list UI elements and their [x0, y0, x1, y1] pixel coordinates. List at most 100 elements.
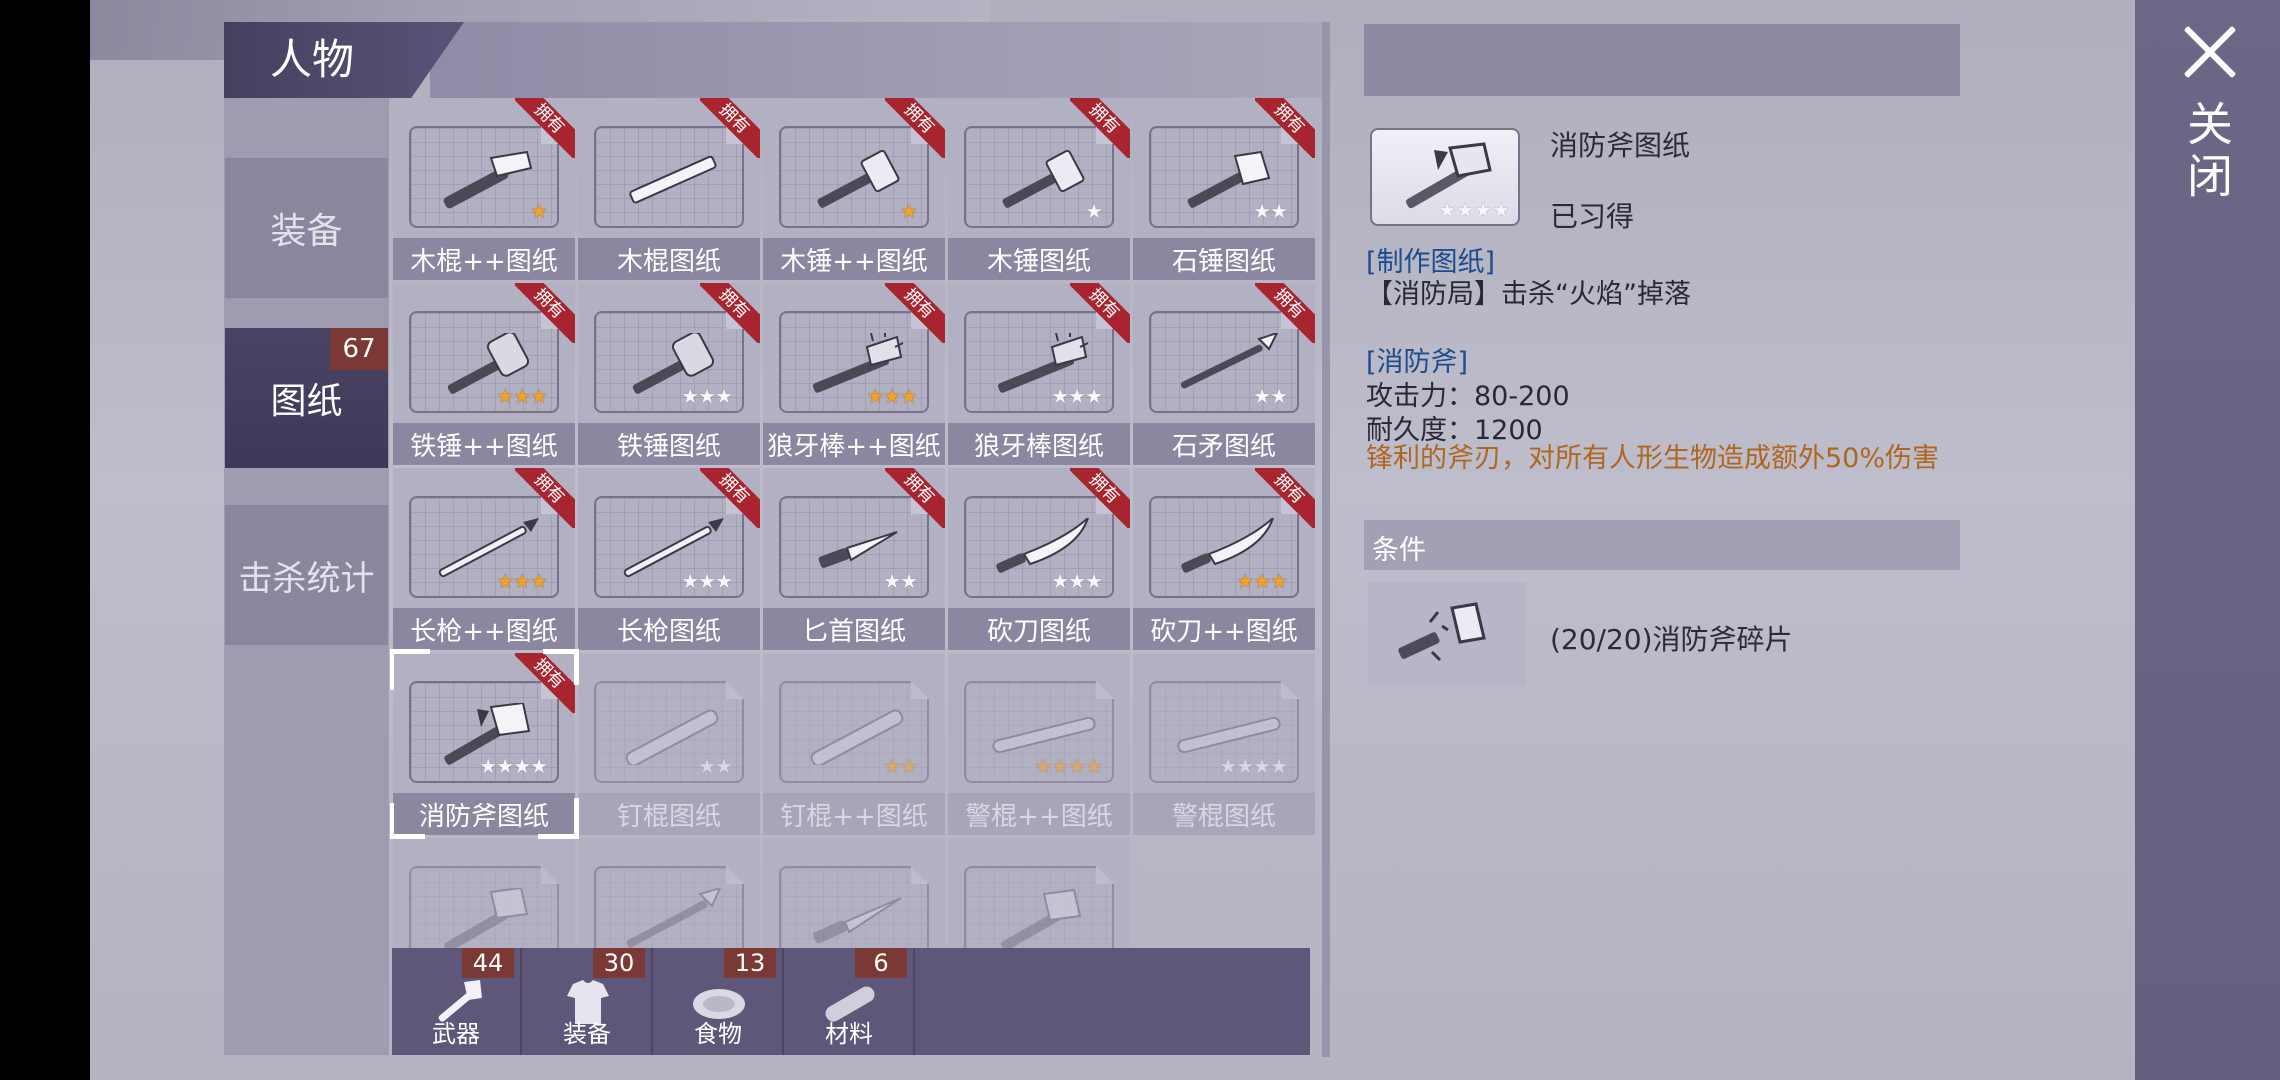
blueprint-name: 警棍图纸 — [1133, 793, 1315, 835]
owned-tag: 拥有 — [1255, 98, 1315, 158]
page-title: 人物 — [270, 35, 355, 84]
blueprint-name: 砍刀++图纸 — [1133, 608, 1315, 650]
owned-tag: 拥有 — [1070, 468, 1130, 528]
blueprint-name: 砍刀图纸 — [948, 608, 1130, 650]
owned-ribbon: 拥有 — [885, 98, 945, 158]
blueprint-cell[interactable]: ★★★ 砍刀图纸 拥有 — [948, 468, 1130, 650]
category-label: 武器 — [432, 1020, 480, 1048]
detail-header — [1364, 24, 1960, 96]
blueprint-cell[interactable]: ★ 木锤++图纸 拥有 — [763, 98, 945, 280]
detail-title: 消防斧图纸 — [1550, 129, 1691, 162]
blueprint-cell[interactable]: ★★ 钉棍++图纸 — [763, 653, 945, 835]
blueprint-cell[interactable]: 木棍图纸 拥有 — [578, 98, 760, 280]
blueprint-cell[interactable]: ★★★ 砍刀++图纸 拥有 — [1133, 468, 1315, 650]
selection-corner — [543, 649, 579, 685]
blueprint-cell[interactable] — [393, 838, 575, 948]
blueprint-name: 狼牙棒图纸 — [948, 423, 1130, 465]
owned-tag: 拥有 — [515, 98, 575, 158]
category-tab[interactable]: 30 装备 — [523, 948, 653, 1055]
owned-tag: 拥有 — [1070, 98, 1130, 158]
blueprint-paper — [594, 866, 744, 948]
blueprint-cell[interactable] — [578, 838, 760, 948]
rarity-stars: ★★ — [1253, 199, 1288, 223]
spiked-spear-icon — [626, 888, 722, 948]
tab-equipment[interactable]: 装备 — [225, 158, 388, 298]
selection-corner — [390, 803, 425, 839]
owned-ribbon: 拥有 — [515, 98, 575, 158]
blueprint-cell[interactable]: ★★★ 长枪图纸 拥有 — [578, 468, 760, 650]
blueprint-paper — [409, 866, 559, 948]
blueprint-name: 木锤图纸 — [948, 238, 1130, 280]
blueprint-cell[interactable]: ★★★★ 警棍图纸 — [1133, 653, 1315, 835]
category-tab[interactable]: 44 武器 — [392, 948, 522, 1055]
owned-tag: 拥有 — [1255, 283, 1315, 343]
detail-item-icon: ★★★★ — [1370, 128, 1520, 226]
owned-tag: 拥有 — [885, 468, 945, 528]
rarity-stars: ★★★ — [496, 384, 548, 408]
blueprint-cell[interactable]: ★★★ 长枪++图纸 拥有 — [393, 468, 575, 650]
header-bar — [430, 22, 1325, 98]
blueprint-name: 长枪++图纸 — [393, 608, 575, 650]
owned-tag: 拥有 — [515, 468, 575, 528]
blueprint-cell[interactable]: ★★ 石锤图纸 拥有 — [1133, 98, 1315, 280]
blueprint-name: 钉棍图纸 — [578, 793, 760, 835]
blueprint-cell[interactable]: ★★★ 铁锤++图纸 拥有 — [393, 283, 575, 465]
rarity-stars: ★★★ — [1051, 569, 1103, 593]
category-tab[interactable]: 13 食物 — [654, 948, 784, 1055]
blueprint-cell[interactable]: ★ 木锤图纸 拥有 — [948, 98, 1130, 280]
blueprint-name: 木棍图纸 — [578, 238, 760, 280]
owned-tag: 拥有 — [885, 98, 945, 158]
owned-ribbon: 拥有 — [515, 468, 575, 528]
rarity-stars: ★★★★ — [479, 754, 548, 778]
close-icon[interactable] — [2174, 18, 2244, 88]
owned-ribbon: 拥有 — [700, 468, 760, 528]
blueprint-cell[interactable]: ★★★ 狼牙棒图纸 拥有 — [948, 283, 1130, 465]
category-count: 44 — [462, 948, 514, 978]
blueprint-cell[interactable]: ★★ 钉棍图纸 — [578, 653, 760, 835]
blueprint-cell[interactable]: ★★★ 铁锤图纸 拥有 — [578, 283, 760, 465]
blueprint-paper: ★★★★ — [964, 681, 1114, 783]
blueprint-cell[interactable]: ★★★★ 消防斧图纸 拥有 — [390, 649, 579, 839]
conditions-bar — [1364, 520, 1960, 570]
blueprint-cell[interactable]: ★★ 匕首图纸 拥有 — [763, 468, 945, 650]
owned-ribbon: 拥有 — [700, 283, 760, 343]
blueprint-cell[interactable] — [948, 838, 1130, 948]
owned-ribbon: 拥有 — [885, 468, 945, 528]
owned-tag: 拥有 — [885, 283, 945, 343]
blueprint-paper: ★★ — [594, 681, 744, 783]
learned-status: 已习得 — [1550, 200, 1635, 233]
blueprint-cell[interactable]: ★★ 石矛图纸 拥有 — [1133, 283, 1315, 465]
rarity-stars: ★★★ — [866, 384, 918, 408]
close-label[interactable]: 关闭 — [2180, 100, 2234, 204]
blueprint-name: 木棍++图纸 — [393, 238, 575, 280]
blueprint-name: 铁锤++图纸 — [393, 423, 575, 465]
blueprint-cell[interactable]: ★ 木棍++图纸 拥有 — [393, 98, 575, 280]
rarity-stars: ★★★ — [681, 569, 733, 593]
category-label: 食物 — [694, 1020, 742, 1048]
rarity-stars: ★ — [530, 199, 548, 223]
axe-hammer-icon — [444, 888, 529, 948]
blueprint-paper: ★★★★ — [1149, 681, 1299, 783]
owned-tag: 拥有 — [1255, 468, 1315, 528]
blueprint-name: 石锤图纸 — [1133, 238, 1315, 280]
detail-stars: ★★★★ — [1438, 198, 1510, 222]
owned-tag: 拥有 — [700, 468, 760, 528]
blueprint-name: 警棍++图纸 — [948, 793, 1130, 835]
blueprint-cell[interactable]: ★★★ 狼牙棒++图纸 拥有 — [763, 283, 945, 465]
blueprint-cell[interactable]: ★★★★ 警棍++图纸 — [948, 653, 1130, 835]
axe-fragment-icon — [1398, 602, 1486, 662]
owned-ribbon: 拥有 — [515, 283, 575, 343]
category-tab[interactable]: 6 材料 — [785, 948, 915, 1055]
owned-ribbon: 拥有 — [1255, 468, 1315, 528]
drop-source: 【消防局】击杀“火焰”掉落 — [1366, 279, 1691, 310]
material-icon — [1368, 582, 1526, 686]
blueprint-name: 石矛图纸 — [1133, 423, 1315, 465]
rarity-stars: ★ — [1085, 199, 1103, 223]
owned-ribbon: 拥有 — [1070, 98, 1130, 158]
category-count: 13 — [724, 948, 776, 978]
blueprint-cell[interactable] — [763, 838, 945, 948]
tab-kill-stats[interactable]: 击杀统计 — [225, 505, 388, 645]
owned-ribbon: 拥有 — [700, 98, 760, 158]
blueprint-name: 木锤++图纸 — [763, 238, 945, 280]
blueprint-count-badge: 67 — [330, 328, 388, 370]
